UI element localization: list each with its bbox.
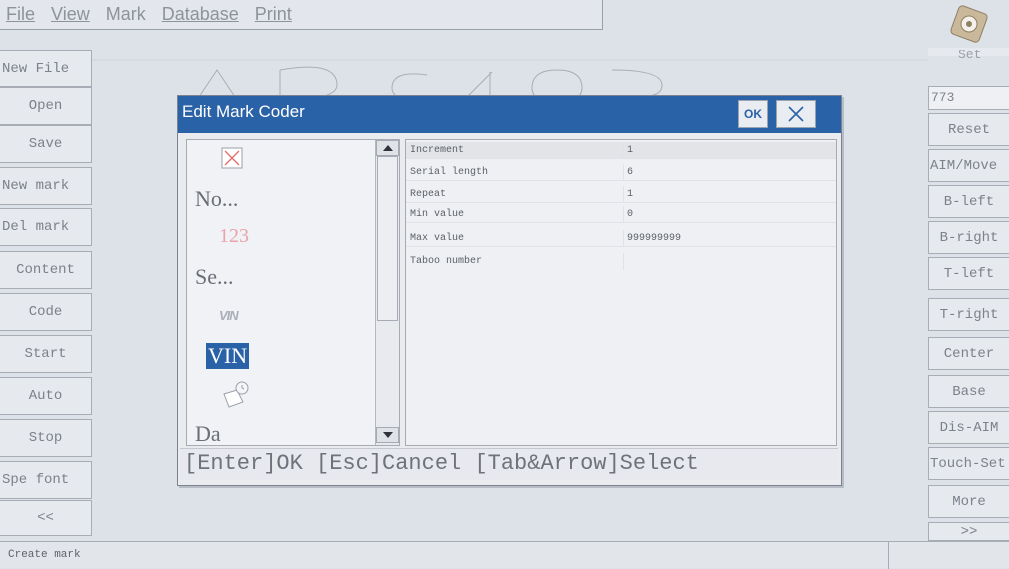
keyboard-hint: [Enter]OK [Esc]Cancel [Tab&Arrow]Select — [180, 448, 838, 480]
list-item-serial[interactable]: Se... — [195, 264, 234, 290]
list-item-number[interactable]: No... — [195, 186, 238, 212]
content-button[interactable]: Content — [0, 251, 92, 289]
triangle-down-icon — [382, 432, 393, 438]
list-scrollbar[interactable] — [375, 140, 399, 445]
spe-font-button[interactable]: Spe font — [0, 461, 92, 499]
menu-view[interactable]: View — [51, 4, 90, 25]
aim-move-button[interactable]: AIM/Move — [928, 149, 1009, 182]
list-item-image[interactable] — [221, 147, 243, 174]
property-value[interactable]: 1 — [623, 142, 833, 159]
scroll-up-button[interactable] — [376, 140, 399, 156]
clock-folder-icon — [223, 381, 249, 408]
menu-mark[interactable]: Mark — [106, 4, 146, 25]
set-button[interactable]: Set — [928, 4, 1009, 58]
new-mark-button[interactable]: New mark — [0, 167, 92, 205]
t-left-button[interactable]: T-left — [928, 257, 1009, 290]
menu-database[interactable]: Database — [162, 4, 239, 25]
next-page-button[interactable]: >> — [928, 522, 1009, 541]
status-bar: Create mark — [0, 541, 1009, 569]
reset-button[interactable]: Reset — [928, 113, 1009, 146]
property-row-repeat[interactable]: Repeat 1 — [406, 186, 836, 203]
menu-bar: File View Mark Database Print — [0, 0, 603, 30]
menu-print[interactable]: Print — [255, 4, 292, 25]
scroll-thumb[interactable] — [377, 156, 398, 321]
property-row-increment[interactable]: Increment 1 — [406, 142, 836, 159]
property-row-min-value[interactable]: Min value 0 — [406, 206, 836, 223]
coder-type-list[interactable]: No... 123 Se... VIN VIN Da — [186, 139, 400, 446]
property-value[interactable]: 6 — [623, 164, 833, 181]
property-name: Taboo number — [410, 256, 483, 267]
list-item-date[interactable]: Da — [195, 421, 221, 445]
dialog-title: Edit Mark Coder — [182, 102, 305, 121]
more-button[interactable]: More — [928, 485, 1009, 518]
status-text: Create mark — [8, 549, 81, 561]
auto-button[interactable]: Auto — [0, 377, 92, 415]
property-grid: Increment 1 Serial length 6 Repeat 1 Min… — [405, 139, 837, 446]
value-field[interactable]: 773 — [928, 86, 1009, 110]
property-value[interactable]: 0 — [623, 206, 833, 223]
base-button[interactable]: Base — [928, 375, 1009, 408]
open-button[interactable]: Open — [0, 87, 92, 125]
property-name: Increment — [410, 145, 465, 156]
close-button[interactable] — [776, 100, 816, 128]
property-name: Serial length — [410, 167, 489, 178]
gear-hand-icon — [928, 5, 1009, 56]
property-row-taboo-number[interactable]: Taboo number — [406, 253, 836, 270]
status-divider — [888, 542, 889, 569]
list-item-vin-selected[interactable]: VIN — [206, 343, 250, 369]
menu-file[interactable]: File — [6, 4, 35, 25]
prev-page-button[interactable]: << — [0, 500, 92, 536]
triangle-up-icon — [382, 145, 393, 151]
dis-aim-button[interactable]: Dis-AIM — [928, 411, 1009, 444]
new-file-button[interactable]: New File — [0, 50, 92, 87]
del-mark-button[interactable]: Del mark — [0, 208, 92, 246]
property-name: Min value — [410, 209, 465, 220]
property-value[interactable]: 999999999 — [623, 230, 833, 247]
scroll-down-button[interactable] — [376, 427, 399, 443]
stop-button[interactable]: Stop — [0, 419, 92, 457]
list-item-vin-faint[interactable]: VIN — [219, 308, 239, 323]
property-name: Max value — [410, 233, 465, 244]
ok-button[interactable]: OK — [738, 100, 768, 128]
broken-image-icon — [221, 147, 243, 169]
start-button[interactable]: Start — [0, 335, 92, 373]
property-value[interactable] — [623, 253, 833, 270]
b-left-button[interactable]: B-left — [928, 185, 1009, 218]
set-label: Set — [958, 50, 982, 58]
list-item-123[interactable]: 123 — [219, 225, 249, 248]
property-row-max-value[interactable]: Max value 999999999 — [406, 230, 836, 247]
dialog-titlebar: Edit Mark Coder OK — [178, 96, 841, 133]
b-right-button[interactable]: B-right — [928, 221, 1009, 254]
list-item-date-icon[interactable] — [221, 380, 251, 415]
property-value[interactable]: 1 — [623, 186, 833, 203]
edit-mark-coder-dialog: Edit Mark Coder OK No... 123 Se... VIN V… — [177, 95, 842, 486]
close-icon — [788, 106, 804, 122]
touch-set-button[interactable]: Touch-Set — [928, 447, 1009, 480]
t-right-button[interactable]: T-right — [928, 298, 1009, 331]
property-row-serial-length[interactable]: Serial length 6 — [406, 164, 836, 181]
center-button[interactable]: Center — [928, 337, 1009, 370]
save-button[interactable]: Save — [0, 125, 92, 163]
property-name: Repeat — [410, 189, 447, 200]
code-button[interactable]: Code — [0, 293, 92, 331]
